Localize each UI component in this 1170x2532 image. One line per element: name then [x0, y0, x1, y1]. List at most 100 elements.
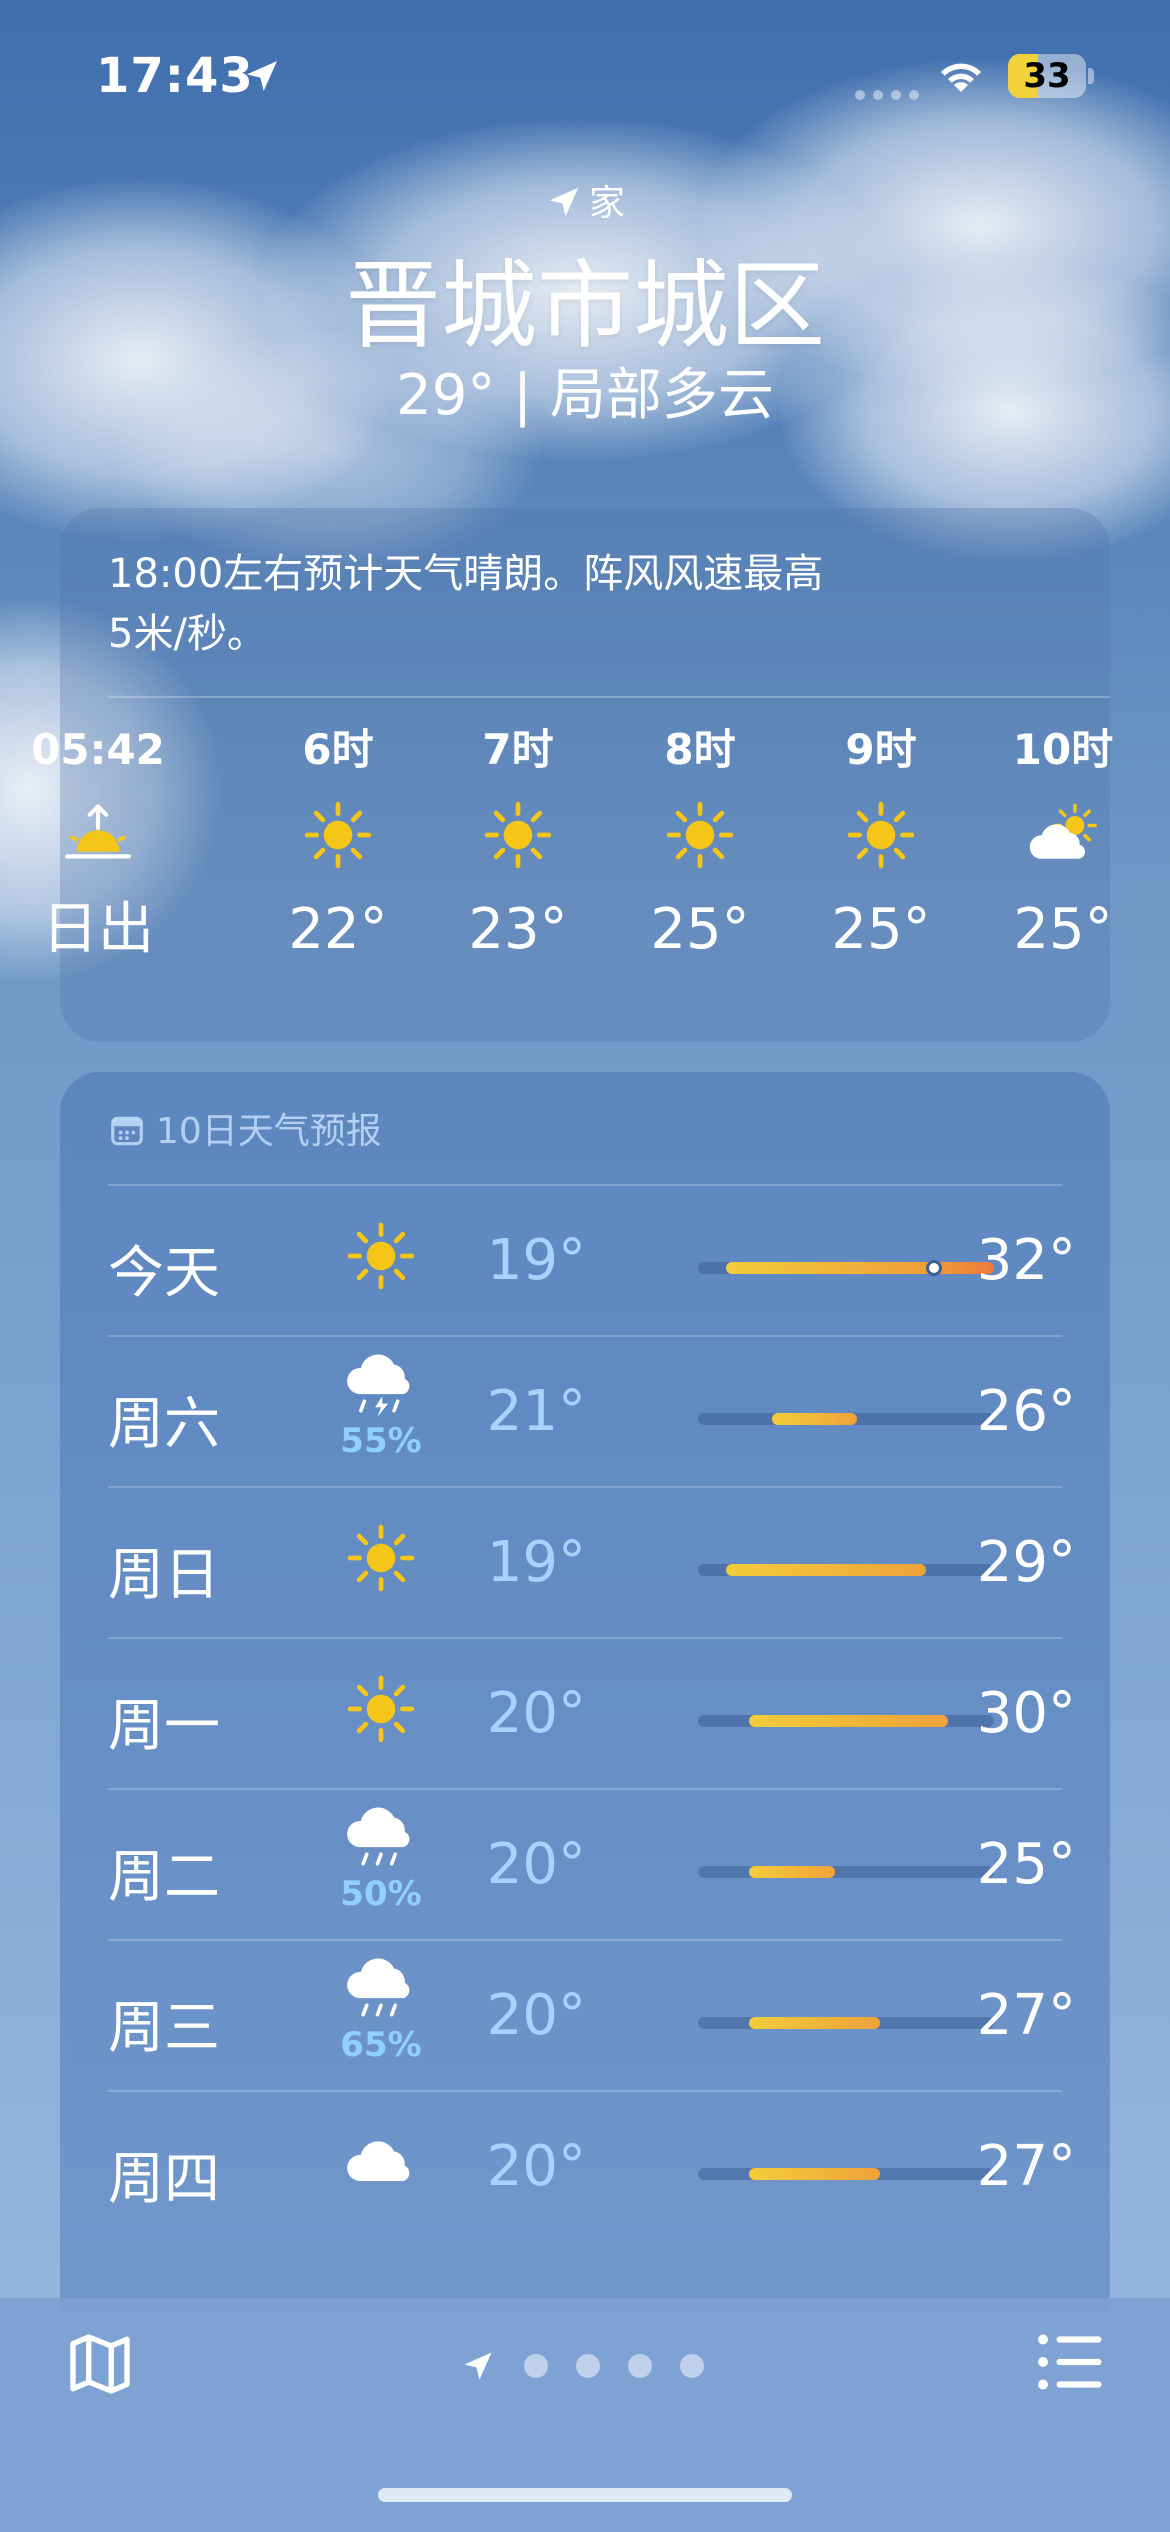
hour-label: 7时 [482, 725, 554, 774]
ten-day-forecast-card[interactable]: 10日天气预报 今天 19° 32° 周六 55% 21° 26° 周日 19°… [60, 1072, 1110, 2312]
forecast-row[interactable]: 周四 20° 27° [108, 2090, 1076, 2241]
day-label: 周二 [108, 1845, 220, 1910]
page-dot[interactable] [628, 2354, 652, 2378]
hour-label: 8时 [664, 725, 736, 774]
precip-chance: 55% [340, 1421, 422, 1461]
forecast-row[interactable]: 周六 55% 21° 26° [108, 1335, 1076, 1486]
day-label: 周四 [108, 2147, 220, 2212]
forecast-row[interactable]: 周日 19° 29° [108, 1486, 1076, 1637]
low-temp: 20° [486, 1983, 586, 2048]
hourly-item: 8时 25° [610, 720, 790, 970]
battery-indicator: 33 [1008, 54, 1086, 98]
calendar-icon [111, 1116, 143, 1146]
hour-label: 6时 [302, 725, 374, 774]
row-divider [108, 1486, 1062, 1488]
temp-range-bar [698, 1866, 994, 1878]
row-divider [108, 1939, 1062, 1941]
sunrise-icon [8, 780, 188, 890]
thunderstorm-icon: 55% [326, 1349, 436, 1461]
forecast-row[interactable]: 周三 65% 20° 27° [108, 1939, 1076, 2090]
sun-icon [428, 780, 608, 890]
battery-level: 33 [1023, 56, 1071, 96]
rain-icon: 65% [326, 1953, 436, 2065]
temp-range-fill [726, 1262, 994, 1274]
home-indicator[interactable] [378, 2488, 792, 2502]
location-tag: 家 [0, 174, 1170, 226]
hour-label: 05:42 [31, 725, 165, 774]
temp-range-bar [698, 2168, 994, 2180]
temp-range-fill [748, 1866, 835, 1878]
high-temp: 27° [976, 1983, 1076, 2048]
sun-icon [326, 1651, 436, 1751]
temp-range-fill [726, 1564, 926, 1576]
forecast-row[interactable]: 周二 50% 20° 25° [108, 1788, 1076, 1939]
hourly-item: 10时 25° [973, 720, 1153, 970]
precip-chance: 65% [340, 2025, 422, 2065]
page-dot[interactable] [524, 2354, 548, 2378]
high-temp: 26° [976, 1379, 1076, 1444]
precip-chance: 50% [340, 1874, 422, 1914]
hourly-item: 9时 25° [791, 720, 971, 970]
map-icon[interactable] [64, 2328, 136, 2400]
partly-cloudy-icon [973, 780, 1153, 890]
current-temp-marker [925, 1260, 942, 1276]
sun-icon [248, 780, 428, 890]
high-temp: 25° [976, 1832, 1076, 1897]
location-arrow-icon [549, 187, 579, 217]
high-temp: 27° [976, 2134, 1076, 2199]
row-divider [108, 1637, 1062, 1639]
temp-range-bar [698, 1260, 994, 1276]
hour-value: 23° [468, 897, 568, 962]
current-conditions: 29° | 局部多云 [396, 363, 774, 428]
high-temp: 29° [976, 1530, 1076, 1595]
temp-range-fill [748, 2168, 881, 2180]
weather-summary: 18:00左右预计天气晴朗。阵风风速最高 5米/秒。 [108, 551, 824, 657]
ten-day-header: 10日天气预报 [108, 1102, 382, 1154]
forecast-row[interactable]: 今天 19° 32° [108, 1184, 1076, 1335]
cellular-signal-icon [855, 90, 919, 100]
row-divider [108, 1788, 1062, 1790]
low-temp: 19° [486, 1228, 586, 1293]
ten-day-title: 10日天气预报 [156, 1111, 382, 1152]
hour-value: 25° [650, 897, 750, 962]
location-arrow-icon [247, 61, 277, 91]
temp-range-bar [698, 1413, 994, 1425]
cloud-icon [326, 2104, 436, 2204]
list-icon[interactable] [1034, 2330, 1106, 2394]
forecast-row[interactable]: 周一 20° 30° [108, 1637, 1076, 1788]
temp-range-bar [698, 1564, 994, 1576]
hour-value: 25° [831, 897, 931, 962]
row-divider [108, 1335, 1062, 1337]
hour-label: 10时 [1012, 725, 1114, 774]
sun-icon [326, 1500, 436, 1600]
rain-icon: 50% [326, 1802, 436, 1914]
hourly-item: 6时 22° [248, 720, 428, 970]
page-indicator[interactable] [460, 2348, 704, 2384]
hourly-item: 7时 23° [428, 720, 608, 970]
day-label: 周日 [108, 1543, 220, 1608]
row-divider [108, 1184, 1062, 1186]
hour-label: 9时 [845, 725, 917, 774]
divider [108, 696, 1110, 698]
high-temp: 32° [976, 1228, 1076, 1293]
hour-value: 25° [1013, 897, 1113, 962]
page-dot[interactable] [576, 2354, 600, 2378]
day-label: 周一 [108, 1694, 220, 1759]
current-location-page-icon[interactable] [460, 2348, 496, 2384]
low-temp: 19° [486, 1530, 586, 1595]
temp-range-fill [771, 1413, 858, 1425]
page-dot[interactable] [680, 2354, 704, 2378]
status-bar: 17:43 33 [0, 0, 1170, 150]
battery-tip [1088, 68, 1094, 84]
location-tag-label: 家 [588, 183, 625, 224]
city-name: 晋城市城区 [345, 250, 825, 362]
hourly-forecast-card[interactable]: 18:00左右预计天气晴朗。阵风风速最高 5米/秒。 05:42 日出 6时 22… [31, 508, 1113, 1042]
temp-range-fill [748, 2017, 881, 2029]
temp-range-fill [748, 1715, 949, 1727]
day-label: 周六 [108, 1392, 220, 1457]
hourly-list[interactable]: 05:42 日出 6时 22° 7时 23° 8时 25° 9时 25° 10时 25° [31, 720, 1113, 1020]
sun-icon [791, 780, 971, 890]
sun-icon [610, 780, 790, 890]
wifi-icon [941, 63, 981, 92]
low-temp: 20° [486, 1681, 586, 1746]
